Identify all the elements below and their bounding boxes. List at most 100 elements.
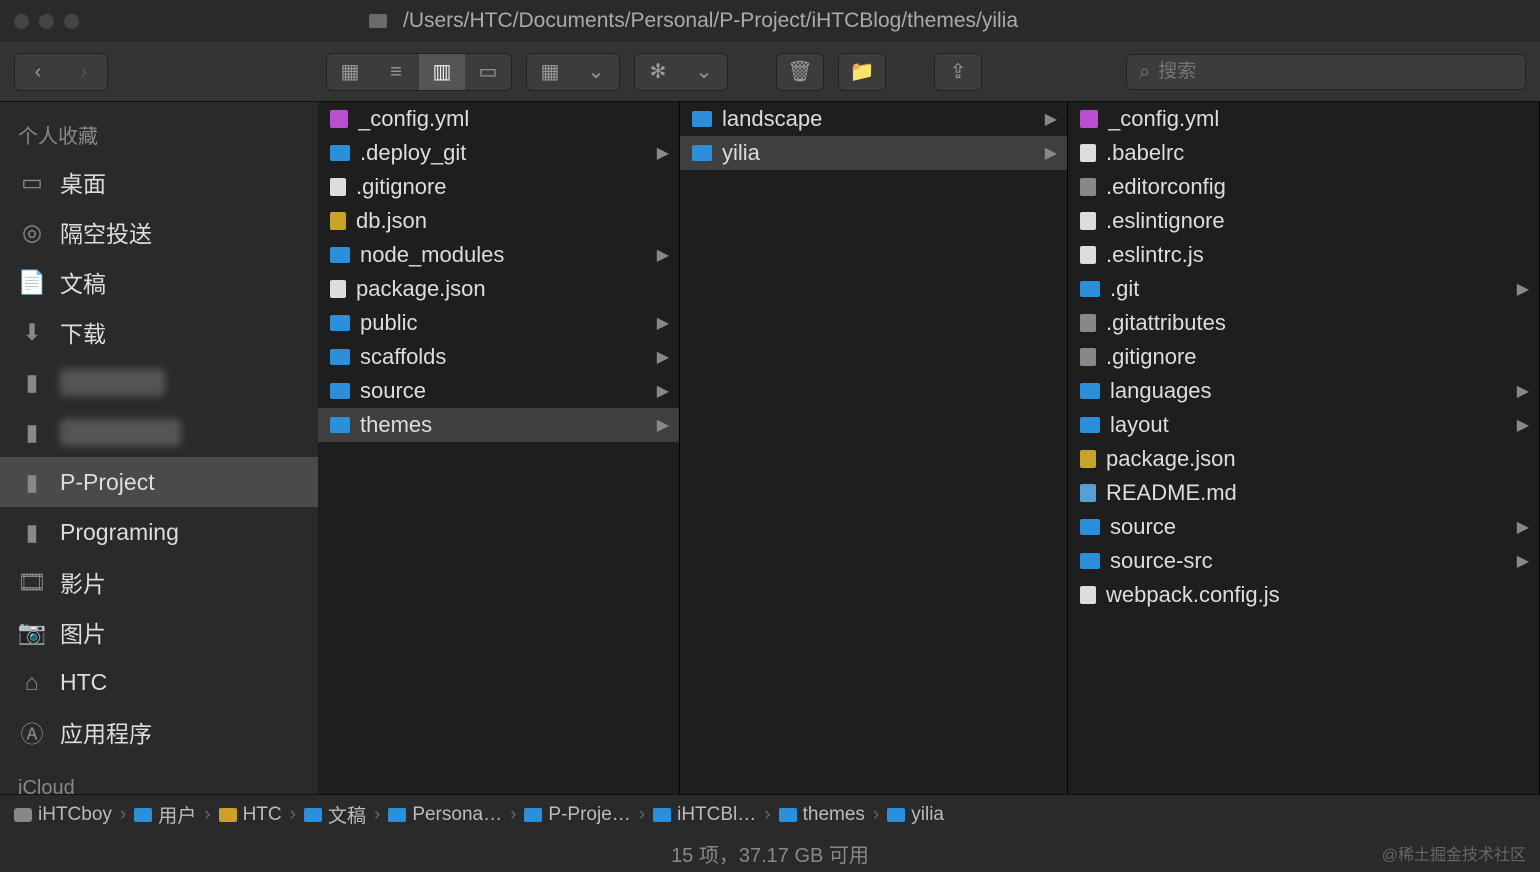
file-item[interactable]: .editorconfig <box>1068 170 1539 204</box>
trash-button[interactable]: 🗑 <box>777 54 823 90</box>
file-label: source <box>360 378 426 404</box>
sidebar-item-应用程序[interactable]: Ⓐ应用程序 <box>0 707 318 757</box>
path-segment[interactable]: yilia <box>887 804 944 826</box>
share-button[interactable]: ⇪ <box>935 54 981 90</box>
folder-icon: ▮ <box>18 520 46 544</box>
file-icon <box>1080 586 1096 604</box>
file-item[interactable]: README.md <box>1068 476 1539 510</box>
file-label: package.json <box>1106 446 1236 472</box>
back-button[interactable]: ‹ <box>15 54 61 90</box>
file-item[interactable]: yilia▶ <box>680 136 1067 170</box>
column-1: _config.yml.deploy_git▶.gitignoredb.json… <box>318 102 680 794</box>
file-label: layout <box>1110 412 1169 438</box>
path-segment[interactable]: iHTCboy <box>14 804 112 826</box>
columns-icon: ▥ <box>433 62 452 82</box>
path-segment[interactable]: 用户 <box>134 801 196 828</box>
file-icon <box>330 178 346 196</box>
file-item[interactable]: source-src▶ <box>1068 544 1539 578</box>
sidebar-item-label: 影片 <box>60 565 106 599</box>
file-item[interactable]: package.json <box>318 272 679 306</box>
folder-icon <box>779 808 797 822</box>
path-label: iHTCBl… <box>677 804 756 826</box>
chevron-right-icon: ▶ <box>1517 381 1529 401</box>
sidebar-item-Programing[interactable]: ▮Programing <box>0 507 318 557</box>
view-column-button[interactable]: ▥ <box>419 54 465 90</box>
forward-button[interactable]: › <box>61 54 107 90</box>
action-menu-button[interactable]: ⌄ <box>681 54 727 90</box>
path-label: Persona… <box>412 804 502 826</box>
minimize-window-button[interactable] <box>39 14 54 29</box>
file-item[interactable]: public▶ <box>318 306 679 340</box>
group-by: ▦ ⌄ <box>526 53 620 91</box>
sidebar-item-图片[interactable]: 📷图片 <box>0 607 318 657</box>
action-button[interactable]: ✻ <box>635 54 681 90</box>
file-item[interactable]: package.json <box>1068 442 1539 476</box>
file-item[interactable]: .gitignore <box>1068 340 1539 374</box>
sidebar-item-HTC[interactable]: ⌂HTC <box>0 657 318 707</box>
file-item[interactable]: source▶ <box>318 374 679 408</box>
view-gallery-button[interactable]: ▭ <box>465 54 511 90</box>
folder-icon <box>1080 417 1100 433</box>
group-button[interactable]: ▦ <box>527 54 573 90</box>
titlebar: /Users/HTC/Documents/Personal/P-Project/… <box>0 0 1540 42</box>
chevron-right-icon: ▶ <box>657 415 669 435</box>
file-label: .git <box>1110 276 1139 302</box>
sidebar-item-下载[interactable]: ⬇下载 <box>0 307 318 357</box>
group-menu-button[interactable]: ⌄ <box>573 54 619 90</box>
search-input[interactable] <box>1158 61 1513 83</box>
sidebar-item-label: 桌面 <box>60 165 106 199</box>
file-item[interactable]: _config.yml <box>1068 102 1539 136</box>
file-item[interactable]: .gitignore <box>318 170 679 204</box>
file-item[interactable]: themes▶ <box>318 408 679 442</box>
path-separator: › <box>760 804 774 826</box>
file-item[interactable]: languages▶ <box>1068 374 1539 408</box>
path-segment[interactable]: P-Proje… <box>524 804 630 826</box>
sidebar-item-P-Project[interactable]: ▮ P-Project <box>0 457 318 507</box>
file-item[interactable]: db.json <box>318 204 679 238</box>
view-icon-button[interactable]: ▦ <box>327 54 373 90</box>
file-item[interactable]: landscape▶ <box>680 102 1067 136</box>
file-item[interactable]: _config.yml <box>318 102 679 136</box>
file-label: .eslintrc.js <box>1106 242 1204 268</box>
folder-icon: ▮ <box>18 470 46 494</box>
search-box[interactable]: ⌕ <box>1126 54 1526 90</box>
file-item[interactable]: .babelrc <box>1068 136 1539 170</box>
sidebar-item-████[interactable]: ▮████ <box>0 357 318 407</box>
sidebar-item-文稿[interactable]: 📄文稿 <box>0 257 318 307</box>
new-folder-button[interactable]: 📁 <box>839 54 885 90</box>
path-segment[interactable]: 文稿 <box>304 801 366 828</box>
path-segment[interactable]: HTC <box>219 804 282 826</box>
chevron-right-icon: ▶ <box>657 347 669 367</box>
chevron-right-icon: ▶ <box>657 245 669 265</box>
maximize-window-button[interactable] <box>64 14 79 29</box>
file-item[interactable]: scaffolds▶ <box>318 340 679 374</box>
file-item[interactable]: webpack.config.js <box>1068 578 1539 612</box>
file-item[interactable]: node_modules▶ <box>318 238 679 272</box>
file-item[interactable]: .deploy_git▶ <box>318 136 679 170</box>
gear-icon: ✻ <box>650 62 667 82</box>
sidebar-item-label: P-Project <box>60 469 155 496</box>
sidebar-item-影片[interactable]: 🎞影片 <box>0 557 318 607</box>
path-segment[interactable]: Persona… <box>388 804 502 826</box>
sidebar-item-桌面[interactable]: ▭桌面 <box>0 157 318 207</box>
file-item[interactable]: layout▶ <box>1068 408 1539 442</box>
close-window-button[interactable] <box>14 14 29 29</box>
path-segment[interactable]: iHTCBl… <box>653 804 756 826</box>
home-icon: ⌂ <box>18 670 46 694</box>
chevron-right-icon: ▶ <box>1045 143 1057 163</box>
path-separator: › <box>116 804 130 826</box>
chevron-down-icon: ⌄ <box>696 62 713 82</box>
sidebar-item-█████[interactable]: ▮█████ <box>0 407 318 457</box>
file-item[interactable]: .gitattributes <box>1068 306 1539 340</box>
sidebar-item-label: 隔空投送 <box>60 215 152 249</box>
file-item[interactable]: .eslintignore <box>1068 204 1539 238</box>
folder-icon <box>692 145 712 161</box>
file-label: package.json <box>356 276 486 302</box>
path-segment[interactable]: themes <box>779 804 865 826</box>
file-item[interactable]: .eslintrc.js <box>1068 238 1539 272</box>
file-item[interactable]: .git▶ <box>1068 272 1539 306</box>
folder-icon <box>330 383 350 399</box>
sidebar-item-隔空投送[interactable]: ◎隔空投送 <box>0 207 318 257</box>
file-item[interactable]: source▶ <box>1068 510 1539 544</box>
view-list-button[interactable]: ≡ <box>373 54 419 90</box>
